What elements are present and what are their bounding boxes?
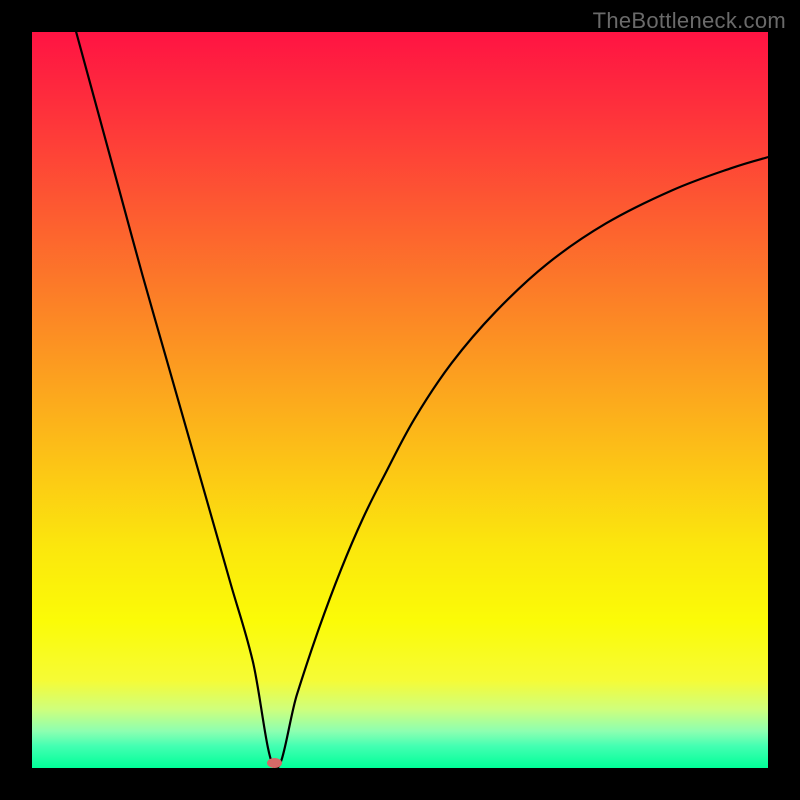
watermark-text: TheBottleneck.com xyxy=(593,8,786,34)
bottleneck-curve xyxy=(32,32,768,768)
plot-area xyxy=(32,32,768,768)
chart-frame: TheBottleneck.com xyxy=(0,0,800,800)
